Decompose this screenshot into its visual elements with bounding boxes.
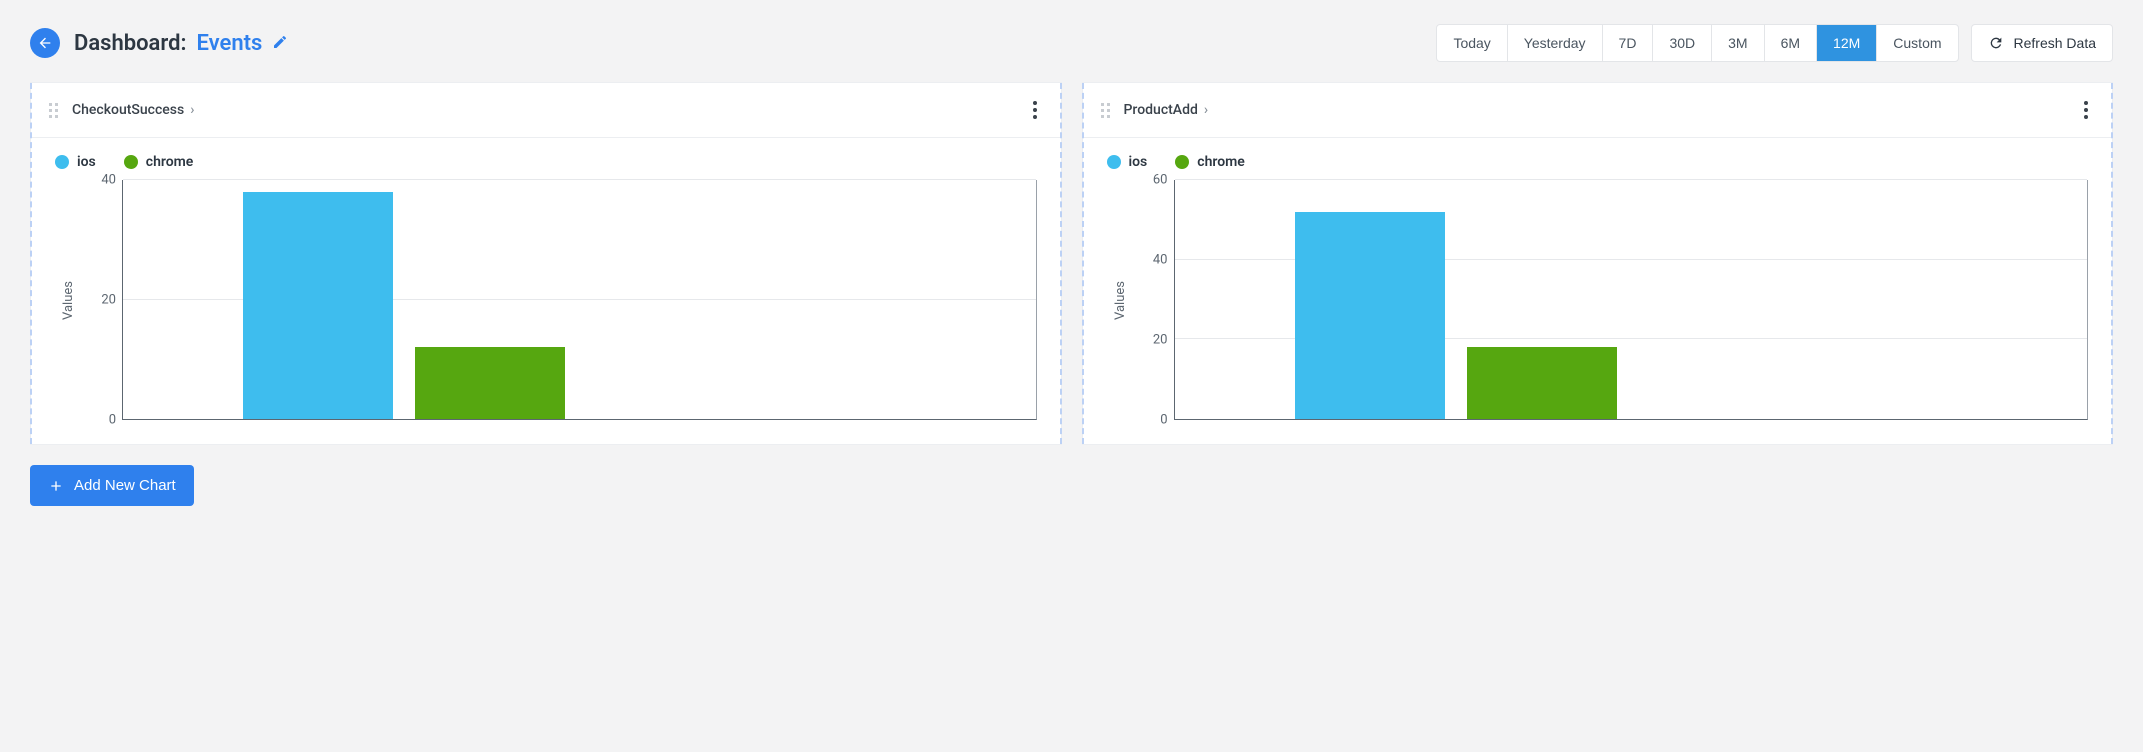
range-3m[interactable]: 3M [1712, 25, 1764, 61]
header-row: Dashboard: Events TodayYesterday7D30D3M6… [30, 24, 2113, 62]
chart-card: ProductAdd › ios chrome Values 0 20 40 60 [1082, 82, 2114, 445]
y-tick: 20 [101, 293, 116, 308]
y-tick: 20 [1153, 333, 1168, 348]
card-header-left: CheckoutSuccess › [49, 102, 194, 118]
y-tick: 0 [109, 413, 116, 428]
y-tick: 40 [101, 173, 116, 188]
card-header-left: ProductAdd › [1101, 102, 1209, 118]
header-left: Dashboard: Events [30, 28, 288, 58]
chart-plot: Values02040 [55, 180, 1037, 420]
arrow-left-icon [37, 35, 53, 51]
range-6m[interactable]: 6M [1765, 25, 1817, 61]
range-custom[interactable]: Custom [1877, 25, 1957, 61]
legend-dot-icon [55, 155, 69, 169]
legend-dot-icon [1175, 155, 1189, 169]
kebab-menu-icon[interactable] [1027, 95, 1043, 125]
dashboard-title-label: Dashboard: [74, 31, 186, 56]
legend-label: chrome [1197, 154, 1245, 170]
page-title-group: Dashboard: Events [74, 31, 288, 56]
date-range-group: TodayYesterday7D30D3M6M12MCustom [1436, 24, 1958, 62]
chart-card: CheckoutSuccess›ioschromeValues02040 [30, 82, 1062, 445]
chevron-right-icon: › [190, 102, 194, 118]
card-header: ProductAdd › [1083, 83, 2113, 138]
drag-handle-icon[interactable] [1101, 103, 1110, 118]
chart-title-text: ProductAdd [1124, 102, 1198, 118]
y-axis-label: Values [1107, 281, 1134, 320]
legend-dot-icon [124, 155, 138, 169]
chart-title-text: CheckoutSuccess [72, 102, 184, 118]
add-chart-label: Add New Chart [74, 477, 176, 494]
bar[interactable] [1295, 212, 1445, 419]
plot-area [1174, 180, 2089, 420]
range-12m[interactable]: 12M [1817, 25, 1877, 61]
chart-legend: ios chrome [55, 154, 1037, 170]
bar[interactable] [415, 347, 565, 419]
chart-title[interactable]: ProductAdd › [1124, 102, 1209, 118]
add-chart-button[interactable]: Add New Chart [30, 465, 194, 506]
card-body: ios chrome Values 0 20 40 60 [1083, 138, 2113, 444]
y-tick: 0 [1160, 413, 1167, 428]
legend-item[interactable]: chrome [1175, 154, 1245, 170]
range-yesterday[interactable]: Yesterday [1508, 25, 1603, 61]
chart-plot: Values0204060 [1107, 180, 2089, 420]
legend-item[interactable]: ios [55, 154, 96, 170]
plot-area [122, 180, 1037, 420]
range-7d[interactable]: 7D [1603, 25, 1654, 61]
range-30d[interactable]: 30D [1653, 25, 1712, 61]
y-axis: 02040 [82, 180, 122, 420]
range-today[interactable]: Today [1437, 25, 1507, 61]
chart-legend: ios chrome [1107, 154, 2089, 170]
chevron-right-icon: › [1204, 102, 1208, 118]
card-body: ioschromeValues02040 [31, 138, 1061, 444]
y-tick: 40 [1153, 253, 1168, 268]
chart-title[interactable]: CheckoutSuccess › [72, 102, 194, 118]
refresh-button[interactable]: Refresh Data [1971, 24, 2113, 62]
refresh-icon [1988, 35, 2004, 51]
drag-handle-icon[interactable] [49, 103, 58, 118]
legend-label: ios [77, 154, 96, 170]
y-tick: 60 [1153, 173, 1168, 188]
legend-label: chrome [146, 154, 194, 170]
bar[interactable] [243, 192, 393, 419]
legend-dot-icon [1107, 155, 1121, 169]
charts-row: CheckoutSuccess›ioschromeValues02040Prod… [30, 82, 2113, 445]
card-header: CheckoutSuccess › [31, 83, 1061, 138]
y-axis-label: Values [55, 281, 82, 320]
legend-item[interactable]: chrome [124, 154, 194, 170]
kebab-menu-icon[interactable] [2078, 95, 2094, 125]
header-right: TodayYesterday7D30D3M6M12MCustom Refresh… [1436, 24, 2113, 62]
legend-item[interactable]: ios [1107, 154, 1148, 170]
dashboard-name[interactable]: Events [196, 31, 262, 56]
edit-icon[interactable] [272, 31, 288, 56]
gridline [1175, 179, 2088, 180]
legend-label: ios [1129, 154, 1148, 170]
y-axis: 0204060 [1134, 180, 1174, 420]
bar[interactable] [1467, 347, 1617, 419]
plus-icon [48, 478, 64, 494]
gridline [123, 179, 1036, 180]
refresh-label: Refresh Data [2014, 35, 2096, 51]
back-button[interactable] [30, 28, 60, 58]
